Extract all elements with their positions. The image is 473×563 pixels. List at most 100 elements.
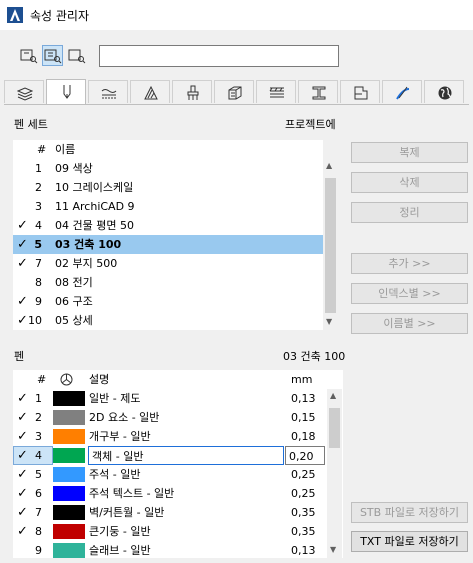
globe-icon — [438, 86, 452, 100]
tab-fills[interactable] — [130, 80, 170, 103]
tab-surfaces[interactable] — [172, 80, 212, 103]
pen-icon — [63, 85, 71, 99]
pen-description: 개구부 - 일반 — [89, 430, 151, 443]
pen-color-swatch[interactable] — [53, 448, 85, 463]
scroll-thumb[interactable] — [325, 178, 336, 313]
list-item-selected[interactable]: ✓ 5 03 건축 100 — [13, 235, 323, 254]
table-row[interactable]: ✓ 3 개구부 - 일반 0,18 — [13, 427, 325, 446]
list-item[interactable]: 2 10 그레이스케일 — [13, 178, 323, 197]
pen-weight: 0,25 — [291, 487, 316, 500]
pen-color-swatch[interactable] — [53, 467, 85, 482]
penset-scrollbar[interactable]: ▲ ▼ — [323, 159, 338, 330]
tab-profiles[interactable] — [298, 80, 338, 103]
delete-button[interactable]: 삭제 — [351, 172, 468, 193]
table-row-editing[interactable]: ✓ ✓ 4 객체 - 일반 0,20 — [13, 446, 325, 465]
attribute-tabs — [4, 79, 469, 105]
list-item[interactable]: ✓ 4 04 건물 평면 50 — [13, 216, 323, 235]
duplicate-button[interactable]: 복제 — [351, 142, 468, 163]
pen-weight: 0,18 — [291, 430, 316, 443]
organize-button[interactable]: 정리 — [351, 202, 468, 223]
col-header-mm[interactable]: mm — [291, 370, 312, 389]
row-number: 5 — [34, 238, 42, 251]
pen-description: 큰기둥 - 일반 — [89, 525, 151, 538]
table-row[interactable]: ✓ 2 2D 요소 - 일반 0,15 — [13, 408, 325, 427]
save-txt-button[interactable]: TXT 파일로 저장하기 — [351, 531, 468, 552]
pen-description-field[interactable]: 객체 - 일반 — [88, 446, 284, 465]
filter-used-button[interactable] — [42, 45, 63, 66]
scroll-up-icon[interactable]: ▲ — [326, 161, 332, 170]
pen-list-scrollbar[interactable]: ▲ ▼ — [327, 389, 342, 558]
pen-description: 주석 - 일반 — [89, 468, 141, 481]
tab-mep-systems[interactable] — [382, 80, 422, 103]
scroll-up-icon[interactable]: ▲ — [330, 391, 336, 400]
penset-name: 05 상세 — [55, 314, 93, 327]
pen-color-swatch[interactable] — [53, 543, 85, 558]
list-item[interactable]: 3 11 ArchiCAD 9 — [13, 197, 323, 216]
tab-linetypes[interactable] — [88, 80, 128, 103]
penset-list[interactable]: # 이름 1 09 색상 2 10 그레이스케일 3 11 ArchiCAD 9… — [13, 140, 338, 330]
table-row[interactable]: ✓ 6 주석 텍스트 - 일반 0,25 — [13, 484, 325, 503]
pen-number: 3 — [35, 430, 42, 443]
row-number: 9 — [35, 295, 42, 308]
profile-icon — [312, 86, 326, 100]
tab-pens[interactable] — [46, 79, 86, 104]
col-header-num[interactable]: # — [37, 140, 46, 159]
row-number: 10 — [28, 314, 42, 327]
table-row[interactable]: ✓ 8 큰기둥 - 일반 0,35 — [13, 522, 325, 541]
tab-markup-styles[interactable] — [424, 80, 464, 103]
scroll-down-icon[interactable]: ▼ — [330, 545, 336, 554]
add-button[interactable]: 추가 >> — [351, 253, 468, 274]
tab-building-materials[interactable] — [214, 80, 254, 103]
col-header-desc[interactable]: 설명 — [89, 370, 109, 389]
filter-all-button[interactable] — [18, 45, 39, 66]
list-search-icon — [68, 49, 86, 64]
pen-description: 일반 - 제도 — [89, 392, 141, 405]
penset-label: 펜 세트 — [14, 118, 48, 131]
pen-number: 1 — [35, 392, 42, 405]
table-row[interactable]: 9 슬래브 - 일반 0,13 — [13, 541, 325, 560]
pen-color-swatch[interactable] — [53, 505, 85, 520]
row-number: 4 — [35, 219, 42, 232]
composite-icon — [269, 87, 284, 98]
scroll-down-icon[interactable]: ▼ — [326, 317, 332, 326]
list-item[interactable]: ✓ 7 02 부지 500 — [13, 254, 323, 273]
table-row[interactable]: ✓ 5 주석 - 일반 0,25 — [13, 465, 325, 484]
search-input[interactable] — [99, 45, 339, 67]
save-stb-button[interactable]: STB 파일로 저장하기 — [351, 502, 468, 523]
pen-list[interactable]: # 설명 mm ✓ 1 일반 - 제도 0,13 ✓ 2 2D 요소 - 일반 … — [13, 370, 343, 558]
by-name-button[interactable]: 이름별 >> — [351, 313, 468, 334]
tab-zone-categories[interactable] — [340, 80, 380, 103]
scroll-thumb[interactable] — [329, 408, 340, 448]
penset-name: 08 전기 — [55, 276, 93, 289]
table-row[interactable]: ✓ 7 벽/커튼월 - 일반 0,35 — [13, 503, 325, 522]
row-number: 7 — [35, 257, 42, 270]
penset-name: 06 구조 — [55, 295, 93, 308]
list-item[interactable]: ✓ 9 06 구조 — [13, 292, 323, 311]
pen-color-swatch[interactable] — [53, 391, 85, 406]
list-item[interactable]: ✓ 10 05 상세 — [13, 311, 323, 330]
pen-color-swatch[interactable] — [53, 429, 85, 444]
pen-color-swatch[interactable] — [53, 486, 85, 501]
col-header-name[interactable]: 이름 — [55, 140, 75, 159]
pen-weight: 0,13 — [291, 392, 316, 405]
col-header-num[interactable]: # — [37, 370, 46, 389]
row-number: 8 — [35, 276, 42, 289]
pen-color-swatch[interactable] — [53, 410, 85, 425]
pen-description[interactable]: 객체 - 일반 — [92, 447, 143, 466]
penset-name: 10 그레이스케일 — [55, 181, 134, 194]
tab-layers[interactable] — [4, 80, 44, 103]
pen-weight-field[interactable]: 0,20 — [285, 446, 325, 465]
by-index-button[interactable]: 인덱스별 >> — [351, 283, 468, 304]
list-item[interactable]: 1 09 색상 — [13, 159, 323, 178]
table-row[interactable]: ✓ 1 일반 - 제도 0,13 — [13, 389, 325, 408]
list-item[interactable]: 8 08 전기 — [13, 273, 323, 292]
pen-weight: 0,25 — [291, 468, 316, 481]
pen-number: 8 — [35, 525, 42, 538]
tab-composites[interactable] — [256, 80, 296, 103]
pen-weight[interactable]: 0,20 — [289, 447, 314, 466]
filter-unused-button[interactable] — [66, 45, 87, 66]
pen-color-swatch[interactable] — [53, 524, 85, 539]
penset-scope-label: 프로젝트에 — [285, 118, 336, 131]
window-title: 속성 관리자 — [30, 9, 90, 23]
pen-description: 슬래브 - 일반 — [89, 544, 151, 557]
